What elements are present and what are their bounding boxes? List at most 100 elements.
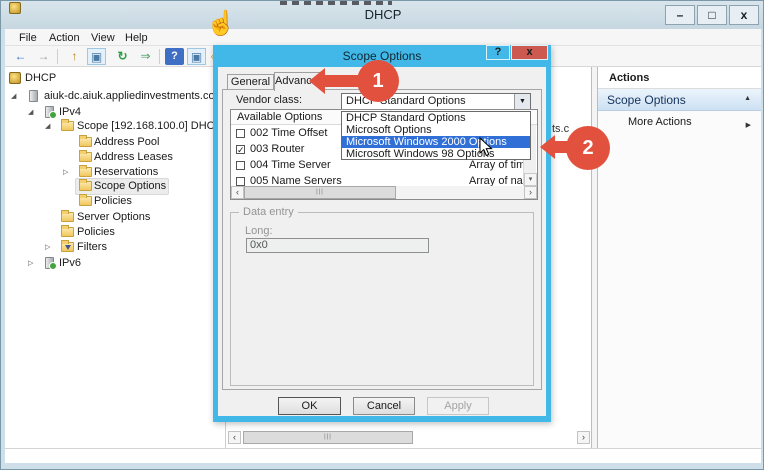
scroll-left-button[interactable]: ‹ — [231, 186, 244, 199]
list-horizontal-scrollbar[interactable]: ‹ ||| › — [231, 186, 537, 199]
long-value-field[interactable]: 0x0 — [246, 238, 429, 253]
checkbox-checked[interactable]: ✓ — [236, 145, 245, 154]
server-check-icon — [45, 106, 54, 118]
apply-button[interactable]: Apply — [427, 397, 489, 415]
option-row-004[interactable]: 004 Time Server Array of time — [231, 158, 537, 173]
tree-item-address-leases[interactable]: Address Leases — [5, 150, 225, 165]
tree-item-policies-ipv4[interactable]: Policies — [5, 225, 225, 240]
expander-icon[interactable]: ◢ — [11, 89, 21, 104]
long-label: Long: — [245, 225, 273, 237]
folder-icon — [79, 167, 92, 177]
tree-item-reservations[interactable]: ▷ Reservations — [5, 165, 225, 180]
collapse-icon[interactable]: ▲ — [744, 95, 751, 102]
up-one-level-icon[interactable]: ↑ — [65, 48, 84, 65]
data-entry-group: Data entry Long: 0x0 — [230, 212, 534, 386]
tree-item-scope[interactable]: ◢ Scope [192.168.100.0] DHCP — [5, 119, 225, 134]
tree-item-server-options[interactable]: Server Options — [5, 210, 225, 225]
actions-panel: Actions Scope Options ▲ More Actions ▶ — [598, 67, 761, 448]
hand-cursor-icon: ☝ — [206, 9, 236, 38]
dropdown-option[interactable]: Microsoft Options — [342, 124, 530, 136]
more-actions-arrow-icon[interactable]: ▶ — [746, 117, 751, 134]
menu-file[interactable]: File — [19, 31, 37, 45]
tree-item-address-pool[interactable]: Address Pool — [5, 135, 225, 150]
scroll-right-button[interactable]: › — [577, 431, 590, 444]
menu-help[interactable]: Help — [125, 31, 148, 45]
close-button[interactable]: x — [729, 5, 759, 25]
tree-item-server[interactable]: ◢ aiuk-dc.aiuk.appliedinvestments.co.uk — [5, 89, 225, 104]
tree-item-scope-options[interactable]: Scope Options — [5, 179, 225, 194]
tree-item-ipv4[interactable]: ◢ IPv4 — [5, 105, 225, 120]
group-legend: Data entry — [239, 206, 298, 218]
expander-icon[interactable]: ◢ — [28, 105, 38, 120]
window-title: DHCP — [1, 7, 764, 22]
folder-icon — [79, 181, 92, 191]
expander-icon[interactable]: ▷ — [45, 240, 55, 255]
combobox-value: DHCP Standard Options — [342, 95, 466, 107]
folder-icon — [79, 137, 92, 147]
hscroll-thumb[interactable]: ||| — [243, 431, 413, 444]
help-icon[interactable]: ? — [165, 48, 184, 65]
show-window-icon[interactable]: ▣ — [187, 48, 206, 65]
maximize-button[interactable]: □ — [697, 5, 727, 25]
app-icon — [9, 2, 21, 14]
checkbox[interactable] — [236, 129, 245, 138]
more-actions-item[interactable]: More Actions ▶ — [598, 113, 761, 130]
folder-icon — [61, 121, 74, 131]
vendor-class-label: Vendor class: — [236, 94, 302, 106]
filter-folder-icon — [61, 242, 74, 252]
step-badge-1: 1 — [357, 60, 399, 102]
chevron-down-icon[interactable]: ▼ — [514, 94, 530, 109]
ok-button[interactable]: OK — [278, 397, 341, 415]
vendor-class-dropdown-list: DHCP Standard Options Microsoft Options … — [341, 111, 531, 160]
callout-arrow-1-shaft — [323, 75, 361, 87]
checkbox[interactable] — [236, 177, 245, 186]
tree-item-policies-scope[interactable]: Policies — [5, 194, 225, 209]
folder-icon — [79, 152, 92, 162]
cancel-button[interactable]: Cancel — [353, 397, 415, 415]
tab-general[interactable]: General — [227, 74, 274, 90]
minimize-button[interactable]: – — [665, 5, 695, 25]
title-bar[interactable]: DHCP – □ x — [1, 1, 764, 29]
menu-view[interactable]: View — [91, 31, 115, 45]
status-bar — [5, 448, 761, 463]
folder-icon — [79, 196, 92, 206]
scroll-down-button[interactable]: ▾ — [524, 173, 537, 186]
toolbar-separator — [159, 49, 160, 64]
console-tree: DHCP ◢ aiuk-dc.aiuk.appliedinvestments.c… — [5, 67, 226, 448]
expander-icon[interactable]: ▷ — [63, 165, 73, 180]
scroll-left-button[interactable]: ‹ — [228, 431, 241, 444]
step-badge-2: 2 — [566, 126, 610, 170]
scroll-right-button[interactable]: › — [524, 186, 537, 199]
folder-icon — [61, 227, 74, 237]
dropdown-option[interactable]: Microsoft Windows 98 Options — [342, 148, 530, 160]
toolbar-separator — [57, 49, 58, 64]
menu-action[interactable]: Action — [49, 31, 80, 45]
dhcp-console-icon — [9, 72, 21, 84]
folder-icon — [61, 212, 74, 222]
dropdown-option-highlighted[interactable]: Microsoft Windows 2000 Options — [342, 136, 530, 148]
tree-item-ipv6[interactable]: ▷ IPv6 — [5, 256, 225, 271]
cropped-overlay-text — [280, 1, 392, 5]
dialog-close-button[interactable]: x — [511, 45, 548, 60]
refresh-icon[interactable]: ↻ — [113, 48, 132, 65]
back-icon[interactable]: ← — [11, 48, 30, 65]
checkbox[interactable] — [236, 161, 245, 170]
tree-item-dhcp[interactable]: DHCP — [5, 71, 225, 86]
clipped-column-text: ts.c — [552, 123, 569, 135]
dhcp-console-window: DHCP – □ x File Action View Help ← → ↑ ▣… — [0, 0, 764, 470]
expander-icon[interactable]: ▷ — [28, 256, 38, 271]
server-icon — [29, 90, 38, 102]
menu-bar: File Action View Help — [5, 29, 761, 46]
console-tree-icon[interactable]: ▣ — [87, 48, 106, 65]
server-check-icon — [45, 257, 54, 269]
hscroll-thumb[interactable]: ||| — [244, 186, 396, 199]
export-list-icon[interactable]: ⇒ — [136, 48, 155, 65]
expander-icon[interactable]: ◢ — [45, 119, 55, 134]
option-value: Array of time — [469, 158, 525, 173]
forward-icon[interactable]: → — [34, 48, 53, 65]
actions-section-scope-options[interactable]: Scope Options ▲ — [598, 89, 761, 111]
dialog-help-button[interactable]: ? — [486, 45, 510, 60]
dropdown-option[interactable]: DHCP Standard Options — [342, 112, 530, 124]
tree-item-filters[interactable]: ▷ Filters — [5, 240, 225, 255]
arrow-cursor-icon — [479, 137, 493, 157]
